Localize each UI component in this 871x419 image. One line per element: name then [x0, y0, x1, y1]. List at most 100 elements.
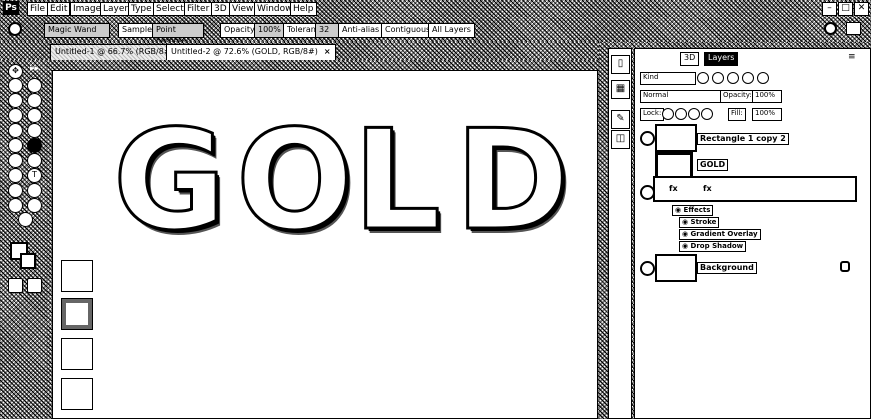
adjustment-filter-icon[interactable]: [712, 72, 724, 84]
gold-text-letter-l: L: [352, 100, 445, 261]
menu-3d[interactable]: 3D: [211, 2, 230, 16]
tools-panel: ▸▸ ✥ T: [0, 60, 47, 419]
properties-icon[interactable]: ▦: [611, 80, 630, 99]
fx-icon: fx: [703, 184, 712, 193]
screen-mode-icon[interactable]: [27, 278, 42, 293]
more-tools-icon[interactable]: [18, 212, 33, 227]
effect-drop-shadow[interactable]: Drop Shadow: [679, 241, 747, 252]
history-brush-icon[interactable]: [27, 123, 42, 138]
path-selection-icon[interactable]: [8, 183, 23, 198]
sample-size-select[interactable]: Point Sample: [152, 23, 204, 45]
fx-icon: fx: [669, 184, 678, 193]
layer-name-rectangle-copy[interactable]: Rectangle 1 copy 2: [697, 133, 789, 145]
move-tool-icon[interactable]: ✥: [8, 64, 23, 79]
gold-text-letter-o: O: [234, 100, 358, 261]
visibility-eye-icon[interactable]: [640, 261, 655, 276]
marquee-tool-icon[interactable]: [8, 78, 23, 93]
menu-help[interactable]: Help: [290, 2, 317, 16]
pixel-filter-icon[interactable]: [697, 72, 709, 84]
empty-swatch: [61, 338, 93, 370]
photoshop-logo-icon: Ps: [3, 1, 19, 15]
layer-name-background[interactable]: Background: [697, 262, 757, 274]
menu-layer[interactable]: Layer: [100, 2, 132, 16]
blur-tool-icon[interactable]: [8, 153, 23, 168]
tab-label: Untitled-2 @ 72.6% (GOLD, RGB/8#): [171, 47, 318, 56]
opacity-label: Opacity:: [720, 90, 755, 103]
background-color-swatch[interactable]: [20, 253, 36, 269]
options-bar: Magic Wand Sample Size: Point Sample Opa…: [0, 17, 871, 45]
lasso-tool-icon[interactable]: [27, 78, 42, 93]
menu-view[interactable]: View: [229, 2, 257, 16]
visibility-eye-icon[interactable]: [640, 131, 655, 146]
effect-gradient-overlay[interactable]: Gradient Overlay: [679, 229, 761, 240]
effects-header[interactable]: Effects: [672, 205, 714, 216]
eraser-tool-icon[interactable]: [8, 138, 23, 153]
tab-3d[interactable]: 3D: [680, 52, 700, 66]
contiguous-checkbox[interactable]: Contiguous: [381, 23, 435, 38]
tab-label: Untitled-1 @ 66.7% (RGB/8#): [55, 47, 174, 56]
effect-stroke[interactable]: Stroke: [679, 217, 720, 228]
filter-kind-select[interactable]: Kind: [640, 72, 696, 85]
brush-tool-icon[interactable]: [27, 108, 42, 123]
tab-untitled-2[interactable]: Untitled-2 @ 72.6% (GOLD, RGB/8#) ×: [166, 44, 336, 61]
search-icon[interactable]: [824, 22, 837, 35]
type-tool-icon[interactable]: T: [27, 168, 42, 183]
magic-wand-icon[interactable]: [8, 22, 22, 36]
fill-input[interactable]: 100%: [752, 108, 782, 121]
lock-label: Lock:: [640, 108, 665, 121]
adjustments-icon[interactable]: ◫: [611, 130, 630, 149]
quick-mask-icon[interactable]: [8, 278, 23, 293]
stamp-tool-icon[interactable]: [8, 123, 23, 138]
minimize-button[interactable]: –: [822, 2, 837, 16]
lock-artboard-icon[interactable]: [688, 108, 700, 120]
background-thumbnail: [655, 254, 697, 282]
smart-object-filter-icon[interactable]: [757, 72, 769, 84]
menu-bar: Ps File Edit Image Layer Type Select Fil…: [0, 0, 871, 17]
layer-tooltip: fx fx: [653, 176, 857, 202]
menu-file[interactable]: File: [27, 2, 49, 16]
menu-type[interactable]: Type: [128, 2, 155, 16]
dodge-tool-icon[interactable]: [27, 153, 42, 168]
lock-position-icon[interactable]: [675, 108, 687, 120]
close-window-button[interactable]: ✕: [854, 2, 869, 16]
layer-opacity-input[interactable]: 100%: [752, 90, 782, 103]
close-icon[interactable]: ×: [324, 47, 331, 56]
type-filter-icon[interactable]: [727, 72, 739, 84]
workspace-icon[interactable]: [846, 22, 861, 35]
maximize-button[interactable]: □: [838, 2, 853, 16]
paint-bucket-tool-icon[interactable]: [27, 138, 42, 153]
document-tab-bar: Untitled-1 @ 66.7% (RGB/8#) × Untitled-2 …: [0, 42, 600, 61]
gold-text-letter-d: D: [454, 100, 574, 261]
gold-text-letter-g: G: [111, 100, 231, 261]
tool-preset-picker[interactable]: Magic Wand: [44, 23, 110, 38]
menu-filter[interactable]: Filter: [184, 2, 213, 16]
layer-thumbnail: [655, 124, 697, 152]
pen-tool-icon[interactable]: [8, 168, 23, 183]
blend-mode-select[interactable]: Normal: [640, 90, 721, 103]
gold-gradient-swatch: [61, 298, 93, 330]
collapse-icon[interactable]: ▸▸: [30, 64, 39, 74]
empty-swatch: [61, 378, 93, 410]
all-layers-checkbox[interactable]: All Layers: [428, 23, 475, 38]
menu-select[interactable]: Select: [153, 2, 187, 16]
healing-tool-icon[interactable]: [8, 108, 23, 123]
eyedropper-tool-icon[interactable]: [27, 93, 42, 108]
fill-label: Fill:: [728, 108, 746, 121]
menu-edit[interactable]: Edit: [47, 2, 71, 16]
tab-layers[interactable]: Layers: [704, 52, 739, 66]
shape-filter-icon[interactable]: [742, 72, 754, 84]
lock-icon: [840, 261, 850, 272]
shape-tool-icon[interactable]: [27, 183, 42, 198]
anti-alias-checkbox[interactable]: Anti-alias: [338, 23, 384, 38]
zoom-tool-icon[interactable]: [27, 198, 42, 213]
gold-gradient-swatch: [61, 260, 93, 292]
hand-tool-icon[interactable]: [8, 198, 23, 213]
crop-tool-icon[interactable]: [8, 93, 23, 108]
layer-name-gold[interactable]: GOLD: [697, 159, 729, 171]
brush-settings-icon[interactable]: ✎: [611, 110, 630, 129]
panel-menu-icon[interactable]: ≡: [848, 52, 856, 62]
history-icon[interactable]: ▯: [611, 55, 630, 74]
lock-pixels-icon[interactable]: [662, 108, 674, 120]
panel-dock-strip: [608, 48, 632, 419]
lock-all-icon[interactable]: [701, 108, 713, 120]
